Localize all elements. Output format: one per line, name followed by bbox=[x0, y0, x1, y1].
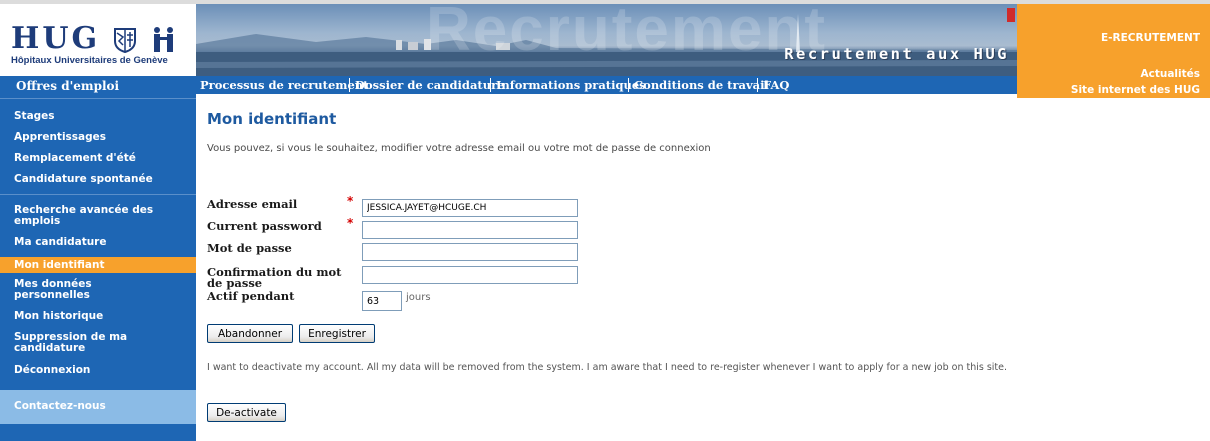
sidebar-item-label: Mes données personnelles bbox=[14, 278, 92, 301]
sidebar: Offres d'emploi Stages Apprentissages Re… bbox=[0, 76, 196, 441]
cancel-button[interactable]: Abandonner bbox=[207, 324, 293, 343]
required-mark: * bbox=[347, 216, 354, 230]
sidebar-item-label: Stages bbox=[14, 110, 55, 122]
sidebar-divider bbox=[0, 98, 196, 99]
nav-separator bbox=[349, 78, 350, 92]
nav-conditions-travail[interactable]: Conditions de travail bbox=[634, 78, 769, 92]
top-navigation: Processus de recrutement Dossier de cand… bbox=[196, 76, 1017, 94]
sidebar-item-suppression[interactable]: Suppression de ma candidature bbox=[0, 329, 196, 357]
sidebar-item-label: Recherche avancée des emplois bbox=[14, 204, 154, 227]
actualites-link[interactable]: Actualités bbox=[1140, 68, 1200, 80]
banner-watermark-text: Recrutement bbox=[426, 4, 827, 64]
deactivate-button[interactable]: De-activate bbox=[207, 403, 286, 422]
people-icon bbox=[154, 27, 173, 52]
header-banner: Recrutement Recrutement aux HUG bbox=[196, 4, 1017, 76]
sidebar-item-label: Apprentissages bbox=[14, 131, 107, 143]
password-label: Mot de passe bbox=[207, 241, 292, 255]
actif-days-input[interactable] bbox=[362, 291, 402, 311]
nav-separator bbox=[757, 78, 758, 92]
sidebar-item-label: Mon historique bbox=[14, 310, 104, 322]
save-button[interactable]: Enregistrer bbox=[299, 324, 375, 343]
hug-logo[interactable]: HUG Hôpitaux Universitaires de Genève bbox=[0, 4, 196, 77]
email-label: Adresse email bbox=[207, 197, 298, 211]
intro-text: Vous pouvez, si vous le souhaitez, modif… bbox=[207, 143, 711, 154]
sidebar-item-label: Remplacement d'été bbox=[14, 152, 136, 164]
sidebar-header[interactable]: Offres d'emploi bbox=[0, 76, 196, 98]
geneva-seal-icon bbox=[114, 28, 136, 53]
sidebar-item-label: Déconnexion bbox=[14, 364, 91, 376]
sidebar-item-remplacement-ete[interactable]: Remplacement d'été bbox=[0, 151, 196, 165]
sidebar-item-candidature-spontanee[interactable]: Candidature spontanée bbox=[0, 172, 196, 186]
nav-faq[interactable]: FAQ bbox=[763, 78, 789, 92]
sidebar-header-label: Offres d'emploi bbox=[16, 79, 120, 93]
sidebar-item-stages[interactable]: Stages bbox=[0, 109, 196, 123]
sidebar-item-ma-candidature[interactable]: Ma candidature bbox=[0, 234, 196, 250]
contact-label: Contactez-nous bbox=[14, 400, 106, 412]
sidebar-item-label: Mon identifiant bbox=[14, 259, 105, 271]
banner-title: Recrutement aux HUG bbox=[784, 45, 1009, 63]
page-title: Mon identifiant bbox=[207, 110, 337, 128]
sidebar-item-mon-identifiant[interactable]: Mon identifiant bbox=[0, 257, 196, 273]
nav-separator bbox=[628, 78, 629, 92]
contact-button[interactable]: Contactez-nous bbox=[0, 390, 196, 424]
sidebar-item-recherche-avancee[interactable]: Recherche avancée des emplois bbox=[0, 202, 196, 230]
nav-processus-recrutement[interactable]: Processus de recrutement bbox=[200, 78, 368, 92]
sidebar-item-deconnexion[interactable]: Déconnexion bbox=[0, 362, 196, 378]
logo-wordmark: HUG bbox=[11, 21, 101, 56]
jours-unit: jours bbox=[406, 292, 431, 303]
current-password-field[interactable] bbox=[362, 221, 578, 239]
nav-separator bbox=[490, 78, 491, 92]
site-internet-link[interactable]: Site internet des HUG bbox=[1071, 84, 1200, 96]
right-header-panel: E-RECRUTEMENT Actualités Site internet d… bbox=[1017, 4, 1210, 98]
sidebar-item-label: Ma candidature bbox=[14, 236, 107, 248]
sidebar-divider bbox=[0, 194, 196, 195]
sidebar-item-label: Suppression de ma candidature bbox=[14, 331, 128, 354]
sidebar-item-apprentissages[interactable]: Apprentissages bbox=[0, 130, 196, 144]
nav-dossier-candidature[interactable]: Dossier de candidature bbox=[355, 78, 504, 92]
sidebar-item-mon-historique[interactable]: Mon historique bbox=[0, 308, 196, 324]
password-field[interactable] bbox=[362, 243, 578, 261]
required-mark: * bbox=[347, 194, 354, 208]
current-password-label: Current password bbox=[207, 219, 322, 233]
nav-informations-pratiques[interactable]: Informations pratiques bbox=[496, 78, 646, 92]
confirm-password-label: Confirmation du mot de passe bbox=[207, 265, 342, 290]
logo-subtitle: Hôpitaux Universitaires de Genève bbox=[11, 55, 168, 66]
e-recrutement-link[interactable]: E-RECRUTEMENT bbox=[1101, 32, 1200, 44]
deactivate-notice: I want to deactivate my account. All my … bbox=[207, 362, 1008, 373]
confirm-password-field[interactable] bbox=[362, 266, 578, 284]
sidebar-item-label: Candidature spontanée bbox=[14, 173, 153, 185]
sidebar-item-mes-donnees[interactable]: Mes données personnelles bbox=[0, 276, 196, 304]
email-field[interactable] bbox=[362, 199, 578, 217]
banner-flag bbox=[1007, 8, 1015, 22]
actif-label: Actif pendant bbox=[207, 289, 295, 303]
